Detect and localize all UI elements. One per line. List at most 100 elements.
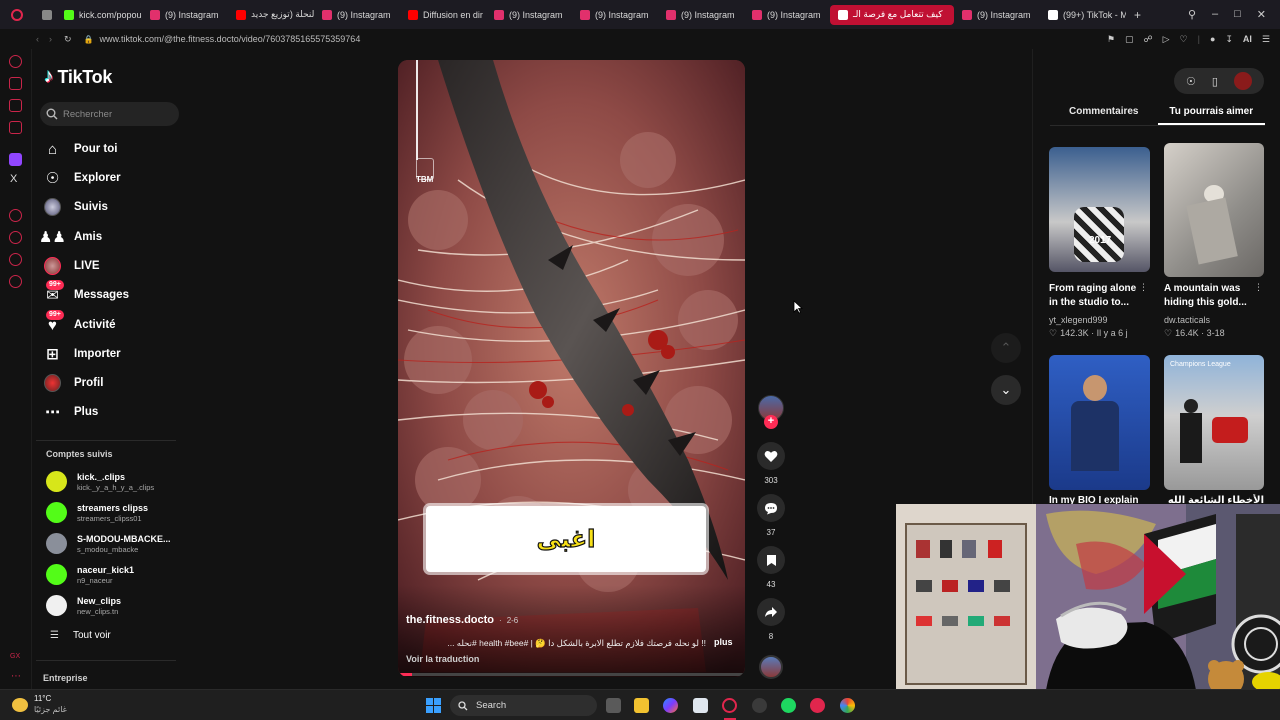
chrome-icon[interactable] — [840, 698, 855, 713]
sound-disc-icon[interactable] — [759, 655, 783, 679]
weather-description[interactable]: غائم جزئيًا — [34, 705, 67, 714]
player-icon[interactable] — [9, 209, 22, 222]
translate-link[interactable]: Voir la traduction — [406, 654, 479, 664]
file-explorer-icon[interactable] — [634, 698, 649, 713]
pin-icon[interactable]: ⚑ — [1107, 34, 1115, 45]
sidebar-item-messages[interactable]: ✉ 99+ Messages — [44, 279, 129, 307]
opera-logo-icon[interactable] — [0, 0, 34, 29]
see-all-link[interactable]: ☰ Tout voir — [50, 630, 111, 641]
followed-account[interactable]: streamers clipss streamers_clipss01 — [46, 502, 148, 523]
sidebar-item-profil[interactable]: Profil — [44, 371, 103, 395]
browser-tab[interactable]: (9) Instagram — [658, 0, 744, 29]
settings-icon[interactable] — [9, 275, 22, 288]
video-progress-track[interactable] — [398, 673, 745, 676]
browser-tab[interactable]: (9) Instagram — [486, 0, 572, 29]
sidebar-item-suivis[interactable]: Suivis — [44, 195, 108, 219]
browser-tab[interactable]: (99+) TikTok - M — [1040, 0, 1126, 29]
previous-video-button[interactable]: ⌃ — [991, 333, 1021, 363]
recommended-card-title[interactable]: From raging alone in the studio to... — [1049, 282, 1141, 310]
sidebar-item-explorer[interactable]: ☉ Explorer — [44, 166, 121, 190]
spotify-icon[interactable] — [781, 698, 796, 713]
company-link[interactable]: Entreprise — [43, 673, 88, 683]
search-box[interactable]: Rechercher — [40, 102, 179, 126]
share-button[interactable] — [757, 598, 785, 626]
opera-gx-taskbar-icon[interactable] — [722, 698, 737, 713]
card-options-icon[interactable]: ⋮ — [1254, 282, 1263, 293]
download-icon[interactable]: ↧ — [1225, 34, 1233, 45]
workspace-icon[interactable] — [9, 77, 22, 90]
copilot-icon[interactable] — [663, 698, 678, 713]
recommended-card-author[interactable]: dw.tacticals — [1164, 315, 1210, 325]
windows-start-icon[interactable] — [426, 698, 441, 713]
more-description-button[interactable]: plus — [714, 637, 733, 647]
browser-tab[interactable]: (9) Instagram — [572, 0, 658, 29]
recommended-card-thumbnail[interactable] — [1164, 143, 1264, 277]
sidebar-item-importer[interactable]: ⊞ Importer — [44, 342, 120, 366]
ai-button[interactable]: AI — [1243, 34, 1252, 44]
recommended-card-author[interactable]: yt_xlegend999 — [1049, 315, 1108, 325]
browser-tab[interactable]: (9) Instagram — [142, 0, 228, 29]
comment-button[interactable] — [757, 494, 785, 522]
account-icon[interactable]: ● — [1210, 34, 1215, 44]
recommended-card-thumbnail[interactable] — [1049, 355, 1150, 490]
followed-account[interactable]: New_clips new_clips.tn — [46, 595, 121, 616]
app-icon[interactable] — [810, 698, 825, 713]
forward-icon[interactable]: › — [49, 34, 52, 44]
sidebar-item-pour-toi[interactable]: ⌂ Pour toi — [44, 137, 117, 161]
store-icon[interactable] — [693, 698, 708, 713]
card-options-icon[interactable]: ⋮ — [1139, 282, 1148, 293]
sidebar-item-amis[interactable]: ♟♟ Amis — [39, 225, 102, 249]
x-icon[interactable]: X — [10, 173, 17, 185]
device-icon[interactable]: ▯ — [1212, 75, 1218, 88]
recommended-card-thumbnail[interactable]: Champions League — [1164, 355, 1264, 490]
close-window-icon[interactable]: ✕ — [1257, 8, 1266, 21]
browser-tab[interactable]: (9) Instagram — [314, 0, 400, 29]
bulb-icon[interactable] — [9, 253, 22, 266]
compass-icon[interactable]: ☉ — [1186, 75, 1196, 88]
snapshot-icon[interactable]: ▢ — [1125, 34, 1134, 45]
task-view-icon[interactable] — [606, 698, 621, 713]
rail-more-icon[interactable]: ⋯ — [11, 671, 21, 682]
browser-tab[interactable]: kick.com/popou — [56, 0, 142, 29]
recommended-card-title[interactable]: الأخطاء الشائعة الله — [1164, 494, 1264, 504]
browser-tab[interactable] — [34, 0, 56, 29]
user-avatar[interactable] — [1233, 72, 1252, 90]
new-tab-button[interactable]: + — [1126, 8, 1149, 22]
instagram-icon[interactable] — [9, 121, 22, 134]
aria-icon[interactable] — [9, 55, 22, 68]
menu-icon[interactable]: ☰ — [1262, 34, 1270, 45]
video-player[interactable]: TBM اغبى the.fitness.docto · 2-6 !! لو ن… — [398, 60, 745, 677]
save-button[interactable] — [757, 546, 785, 574]
back-icon[interactable]: ‹ — [36, 34, 39, 44]
messenger-icon[interactable] — [9, 99, 22, 112]
search-input[interactable]: Rechercher — [63, 109, 112, 120]
follow-plus-icon[interactable]: + — [764, 415, 778, 429]
reload-icon[interactable]: ↻ — [64, 34, 72, 45]
taskbar-search[interactable]: Search — [450, 695, 597, 716]
browser-tab[interactable]: كيف تتعامل مع فرصة الـ — [830, 4, 954, 25]
sidebar-item-plus[interactable]: ⋯ Plus — [44, 400, 98, 424]
heart-icon[interactable]: ♡ — [1180, 34, 1188, 45]
recommended-card-title[interactable]: In my BIO I explain — [1049, 494, 1150, 504]
tiktok-logo[interactable]: ♪ TikTok — [44, 66, 112, 88]
gx-icon[interactable]: GX — [10, 653, 20, 660]
maximize-window-icon[interactable]: □ — [1234, 8, 1241, 21]
video-author[interactable]: the.fitness.docto — [406, 614, 494, 626]
twitch-icon[interactable] — [9, 153, 22, 166]
browser-tab[interactable]: Diffusion en dir — [400, 0, 486, 29]
browser-tab[interactable]: (9) Instagram — [954, 0, 1040, 29]
next-video-button[interactable]: ⌄ — [991, 375, 1021, 405]
steam-icon[interactable] — [752, 698, 767, 713]
followed-account[interactable]: S-MODOU-MBACKE... s_modou_mbacke — [46, 533, 171, 554]
recommended-card-title[interactable]: A mountain was hiding this gold... — [1164, 282, 1256, 310]
history-icon[interactable] — [9, 231, 22, 244]
search-tabs-icon[interactable]: ⚲ — [1188, 8, 1196, 21]
weather-temp[interactable]: 11°C — [34, 694, 51, 703]
shield-icon[interactable]: ☍ — [1143, 34, 1152, 45]
play-icon[interactable]: ▷ — [1163, 34, 1170, 45]
followed-account[interactable]: naceur_kick1 n9_naceur — [46, 564, 134, 585]
tab-recommended[interactable]: Tu pourrais aimer — [1157, 106, 1265, 125]
like-button[interactable] — [757, 442, 785, 470]
browser-tab[interactable]: (9) Instagram — [744, 0, 830, 29]
tab-comments[interactable]: Commentaires — [1050, 106, 1158, 125]
